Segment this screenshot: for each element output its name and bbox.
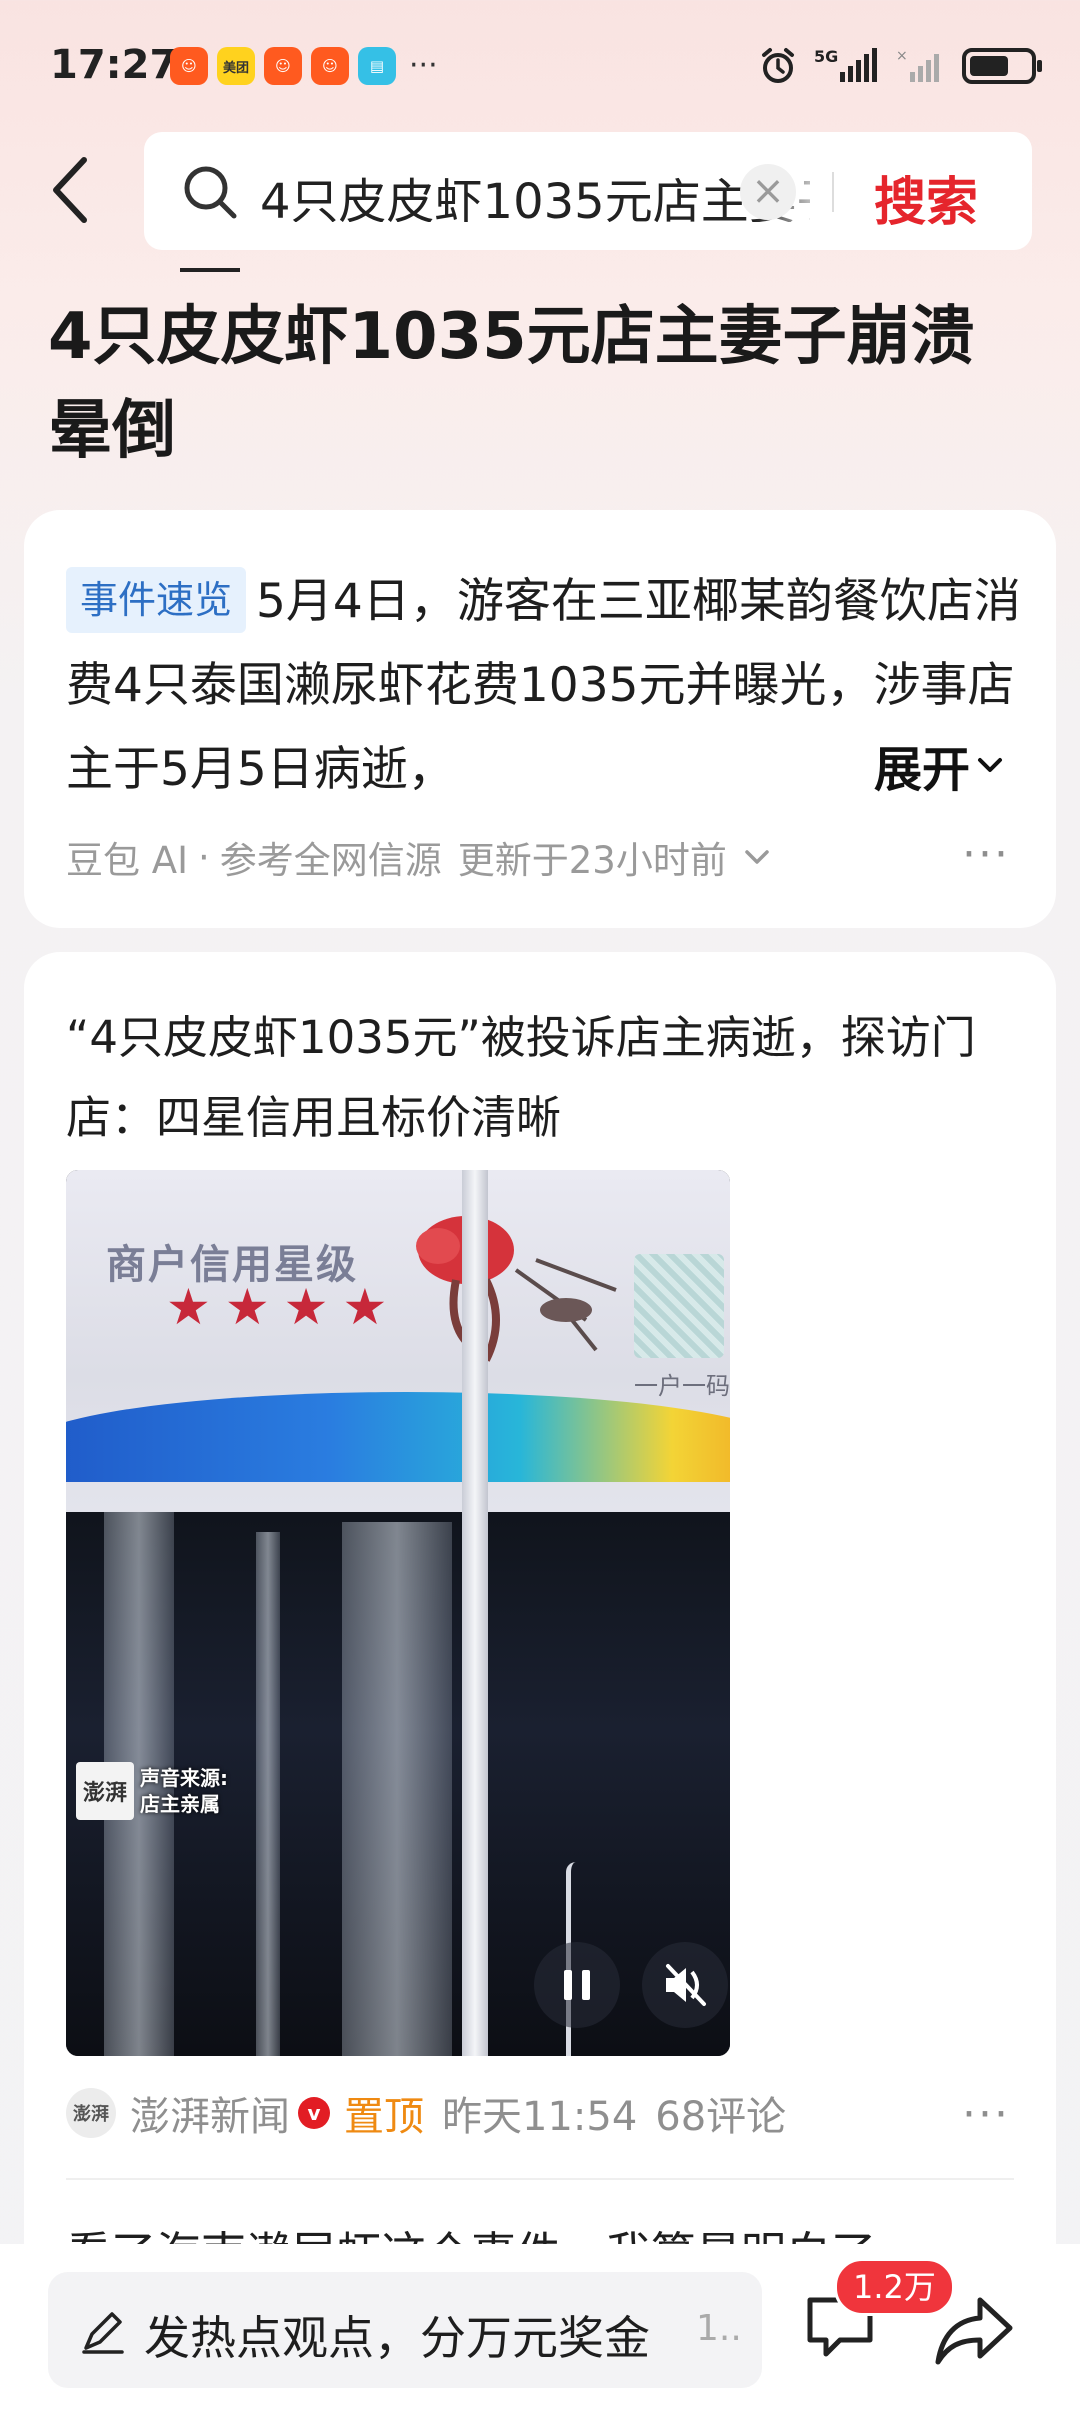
search-bar[interactable]: 4只皮皮虾1035元店主妻子崩溃晕倒 × 搜索 [144,132,1032,250]
svg-text:×: × [896,48,908,64]
watermark-text: 声音来源: 店主亲属 [140,1765,228,1817]
news-meta: 澎湃 澎湃新闻 v 置顶 昨天11:54 68评论 [66,2084,786,2142]
volume-muted-icon [666,1964,706,2006]
battery-level [970,56,1008,76]
comment-placeholder: 发热点观点，分万元奖金 [144,2311,650,2365]
news-source[interactable]: 澎湃新闻 [130,2084,290,2142]
search-input[interactable]: 4只皮皮虾1035元店主妻子崩溃晕倒 [260,162,810,222]
alarm-icon [762,48,794,83]
news-title[interactable]: “4只皮皮虾1035元”被投诉店主病逝，探访门店：四星信用且标价清晰 [66,998,1026,1158]
status-bar: 17:27 ☺ 美团 ☺ ☺ ▤ ··· 5G × [0,0,1080,130]
comment-input[interactable]: 发热点观点，分万元奖金 1.. [48,2272,762,2388]
video-frame-sign: 商户信用星级 ★★★★ 一户一码 [66,1170,730,1512]
signal-5g-icon: 5G [814,47,877,82]
video-sign-stars: ★★★★ [166,1278,402,1336]
expand-label: 展开 [873,742,970,798]
qr-code-label: 一户一码 [634,1372,730,1400]
back-button[interactable] [44,150,104,230]
battery-icon [962,48,1042,84]
summary-more-button[interactable]: ··· [962,833,1010,877]
bottom-bar: 发热点观点，分万元奖金 1.. 1.2万 [0,2244,1080,2412]
watermark-line-1: 声音来源: [140,1766,228,1790]
share-icon[interactable] [932,2292,1016,2370]
video-player[interactable]: 商户信用星级 ★★★★ 一户一码 澎湃 声音来源: 店主亲属 [66,1170,730,2056]
qr-code-image [634,1254,724,1358]
summary-reference[interactable]: 参考全网信源 [220,830,442,884]
video-frame-glass [256,1532,280,2056]
news-time: 昨天11:54 [442,2094,638,2140]
search-icon [184,166,237,219]
summary-updated: 更新于23小时前 [457,839,727,882]
news-comment-count[interactable]: 68评论 [655,2084,786,2142]
mute-button[interactable] [642,1942,728,2028]
chevron-down-icon [978,758,1002,772]
thepaper-logo: 澎湃 [76,1762,134,1820]
expand-button[interactable]: 展开 [823,730,1010,800]
xiaohongshu-icon: ☺ [170,47,208,85]
video-frame-glass [342,1522,452,2056]
pen-icon [82,2312,124,2354]
summary-meta: 豆包 AI · 参考全网信源 更新于23小时前 [66,830,777,884]
clear-search-button[interactable]: × [740,164,796,220]
comment-placeholder-truncation: 1.. [696,2308,742,2349]
title-decoration [180,268,240,272]
meta-separator: · [197,835,210,879]
news-card[interactable]: “4只皮皮虾1035元”被投诉店主病逝，探访门店：四星信用且标价清晰 商户信用星… [24,952,1056,2412]
pause-button[interactable] [534,1942,620,2028]
chevron-down-small-icon[interactable] [737,842,777,872]
watermark-line-2: 店主亲属 [140,1792,220,1816]
more-notifications-icon: ··· [409,48,438,83]
event-summary-tag: 事件速览 [66,567,247,633]
video-watermark: 澎湃 声音来源: 店主亲属 [76,1762,228,1820]
event-summary-card[interactable]: 事件速览 5月4日，游客在三亚椰某韵餐饮店消费4只泰国濑尿虾花费1035元并曝光，… [24,510,1056,928]
pinned-badge: 置顶 [344,2094,424,2140]
book-reader-icon: ▤ [358,47,396,85]
news-more-button[interactable]: ··· [962,2093,1010,2137]
status-right: 5G × [758,46,1042,86]
news-divider [66,2178,1014,2180]
video-frame-wave [66,1392,730,1482]
xiaohongshu-icon-3: ☺ [311,47,349,85]
meituan-icon: 美团 [217,47,255,85]
status-app-icons: ☺ 美团 ☺ ☺ ▤ ··· [170,47,438,85]
signal-no-service-icon: × [896,48,939,82]
crayfish-image [416,1216,617,1362]
page-title: 4只皮皮虾1035元店主妻子崩溃晕倒 [48,300,975,468]
xiaohongshu-icon-2: ☺ [264,47,302,85]
network-type-label: 5G [814,47,838,66]
pause-icon [564,1970,590,2000]
search-divider [832,172,834,212]
search-button[interactable]: 搜索 [874,160,978,235]
source-avatar[interactable]: 澎湃 [66,2088,116,2138]
verified-icon: v [298,2097,330,2129]
summary-source: 豆包 AI [66,839,188,882]
video-frame-pole [462,1170,488,2056]
status-time: 17:27 [50,42,178,88]
